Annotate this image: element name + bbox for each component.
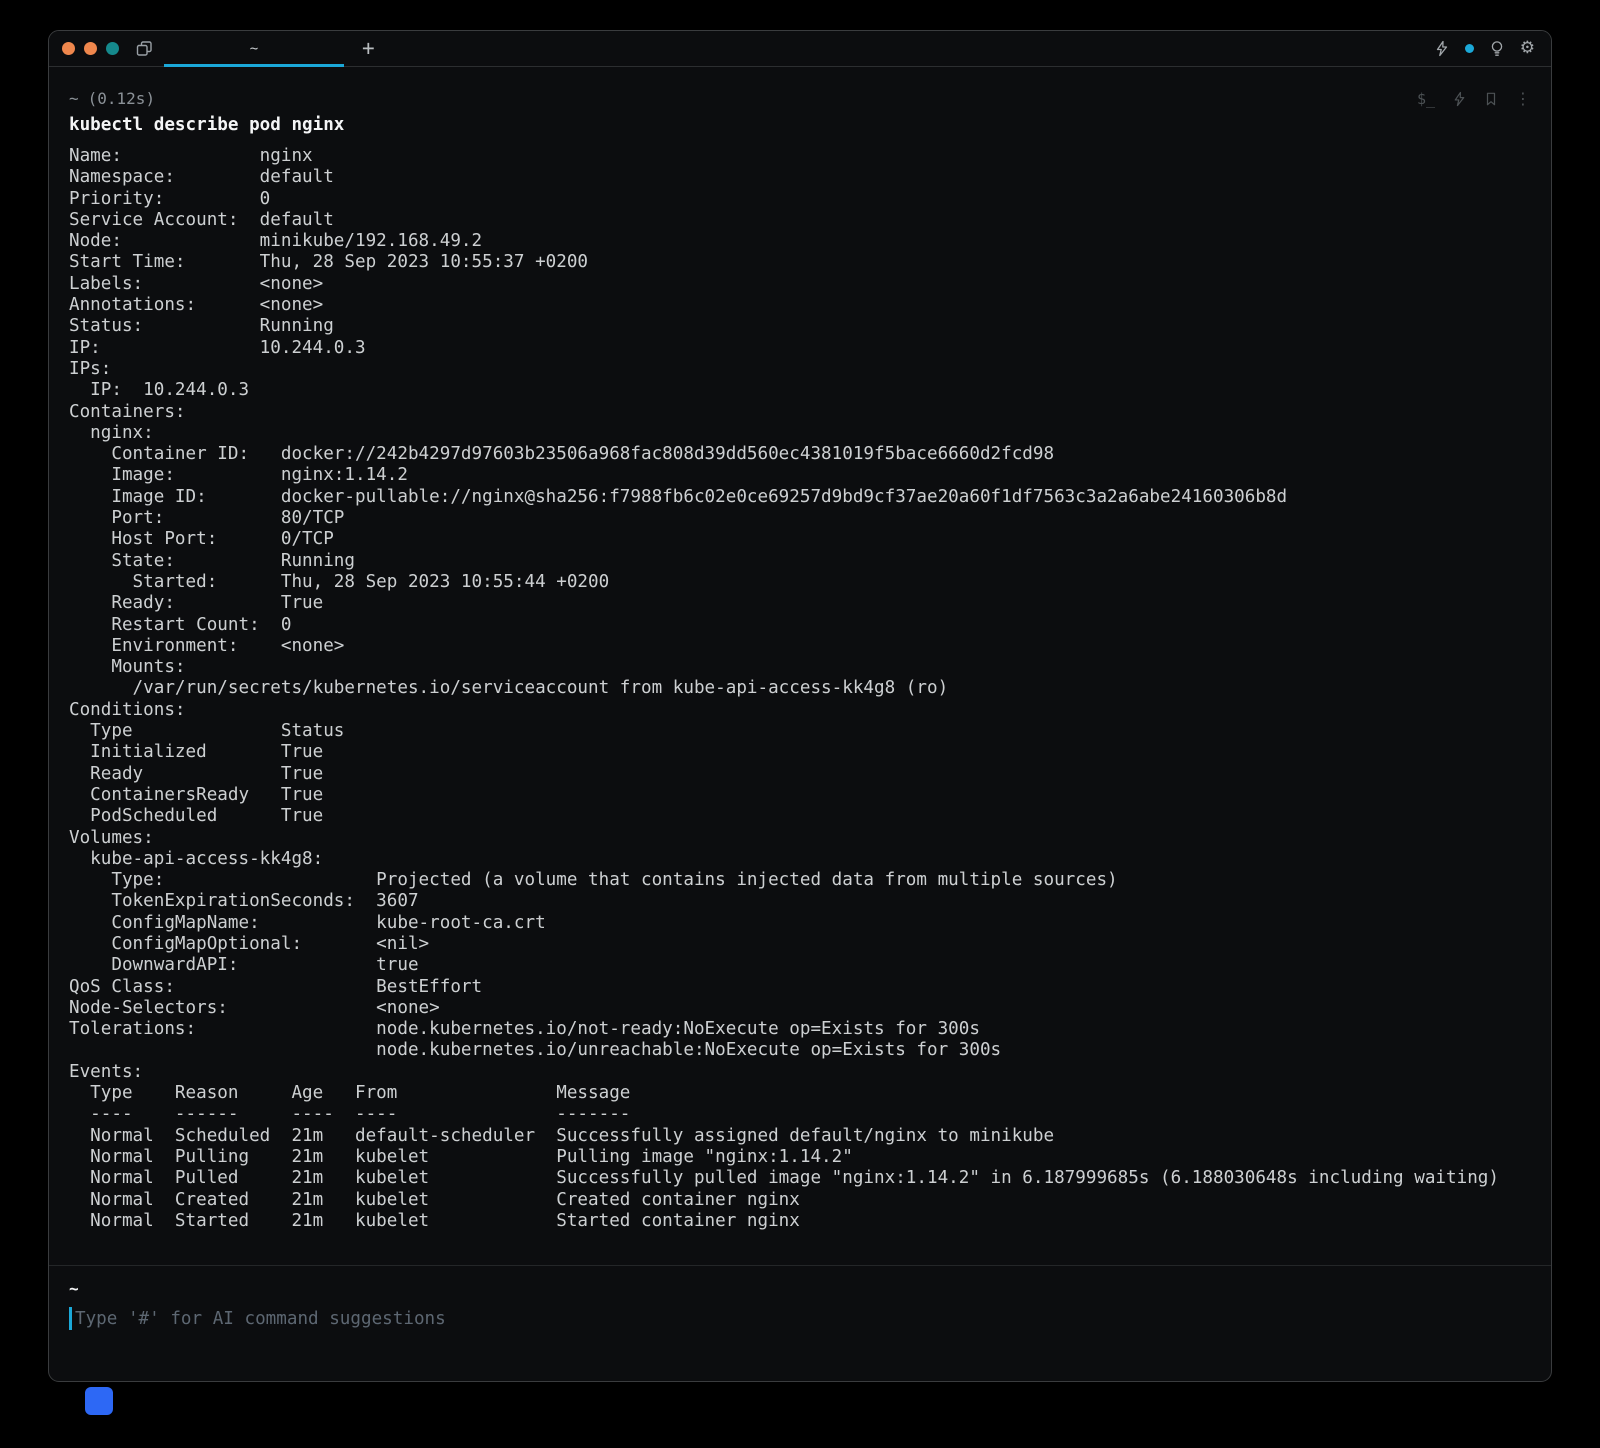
terminal-content: ~ (0.12s) $_ ⋮ kubectl describe pod nginx…	[49, 67, 1551, 1330]
new-window-icon[interactable]	[135, 40, 154, 57]
block-divider	[49, 1265, 1551, 1266]
tab-home[interactable]: ~	[164, 31, 344, 66]
new-tab-button[interactable]: +	[358, 38, 379, 59]
command-duration: (0.12s)	[88, 89, 155, 108]
close-button[interactable]	[62, 42, 75, 55]
input-placeholder: Type '#' for AI command suggestions	[75, 1309, 446, 1329]
command-block-header: ~ (0.12s) $_ ⋮	[69, 89, 1531, 108]
settings-gear-icon[interactable]: ⚙	[1520, 40, 1535, 57]
prompt-line: ~ (0.12s)	[69, 89, 155, 108]
notification-dot	[1465, 44, 1474, 53]
lightning-icon[interactable]	[1452, 91, 1467, 107]
minimize-button[interactable]	[84, 42, 97, 55]
input-cwd-path: ~	[69, 1279, 1531, 1298]
bookmark-icon[interactable]	[1484, 91, 1498, 107]
tab-bar: ~ + ⚙	[49, 31, 1551, 67]
lightning-icon[interactable]	[1434, 40, 1450, 57]
command-text: kubectl describe pod nginx	[69, 115, 1531, 135]
traffic-lights	[62, 42, 119, 55]
lightbulb-icon[interactable]	[1489, 40, 1505, 58]
maximize-button[interactable]	[106, 42, 119, 55]
tab-title: ~	[250, 41, 258, 57]
text-cursor	[69, 1307, 72, 1330]
cwd-path: ~	[69, 89, 79, 108]
command-input[interactable]: Type '#' for AI command suggestions	[69, 1307, 1531, 1330]
dock-app-icon[interactable]	[85, 1387, 113, 1415]
kebab-menu-icon[interactable]: ⋮	[1515, 89, 1531, 108]
terminal-window: ~ + ⚙ ~ (0.12s)	[48, 30, 1552, 1382]
command-output: Name: nginx Namespace: default Priority:…	[69, 146, 1531, 1232]
terminal-prompt-icon[interactable]: $_	[1417, 90, 1435, 108]
